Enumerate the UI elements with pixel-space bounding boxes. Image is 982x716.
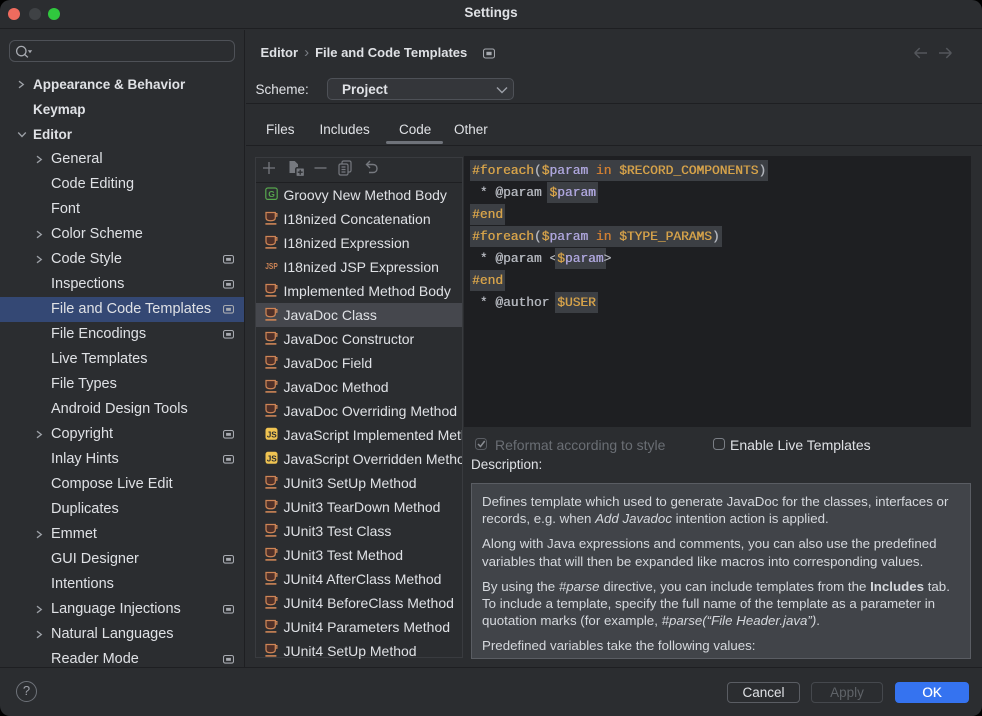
svg-text:JSP: JSP (265, 261, 278, 271)
svg-text:G: G (268, 189, 275, 199)
